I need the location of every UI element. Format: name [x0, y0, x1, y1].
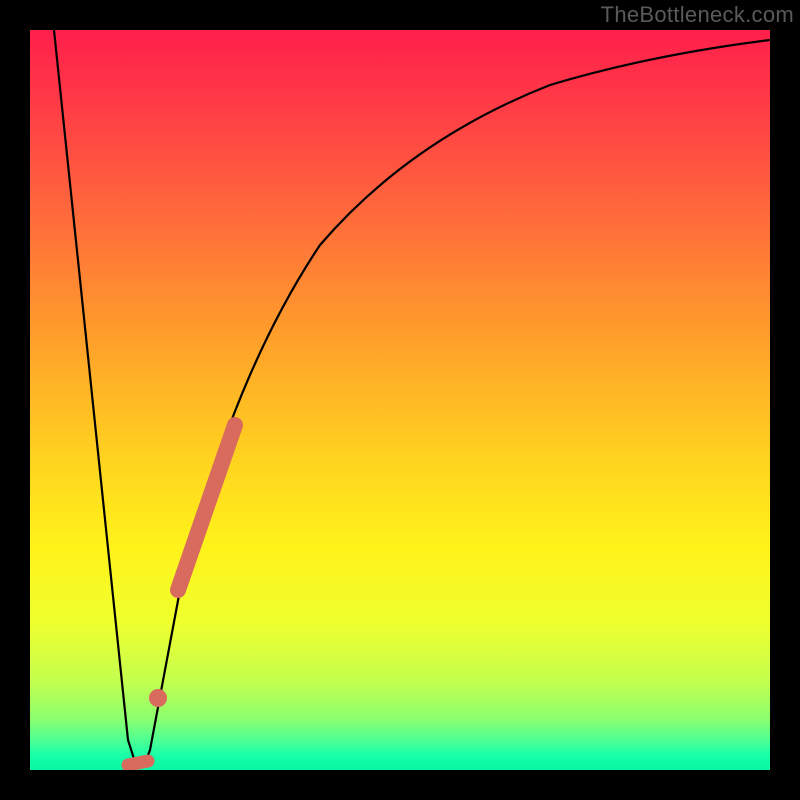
chart-frame: TheBottleneck.com [0, 0, 800, 800]
highlight-segment [178, 425, 235, 590]
watermark-text: TheBottleneck.com [601, 2, 794, 28]
small-marker-1 [149, 689, 167, 707]
plot-area [30, 30, 770, 770]
bottleneck-curve [54, 30, 770, 767]
curve-svg [30, 30, 770, 770]
small-marker-2 [128, 761, 148, 765]
